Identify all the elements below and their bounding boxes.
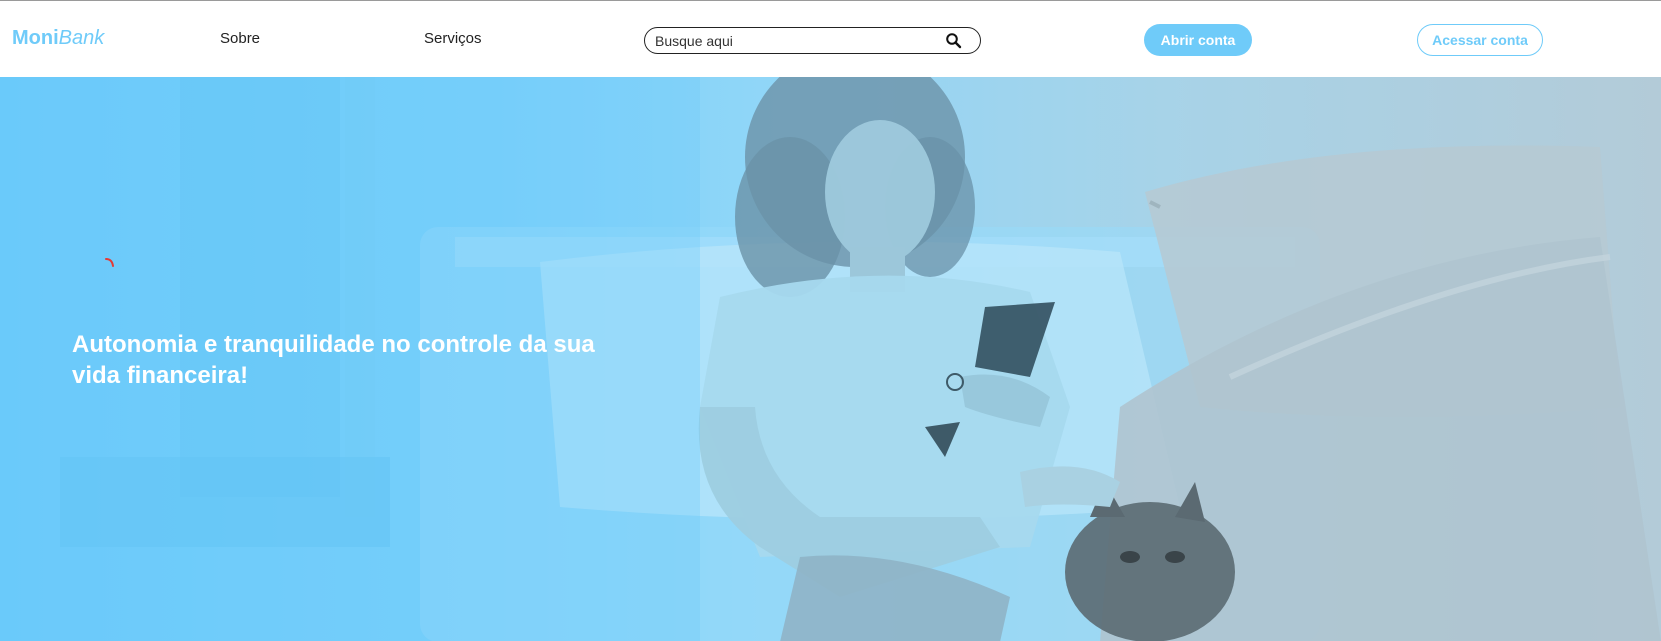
access-account-button[interactable]: Acessar conta (1417, 24, 1543, 56)
loading-spinner-icon (105, 258, 114, 267)
brand-name-bold: Moni (12, 27, 59, 49)
open-account-button[interactable]: Abrir conta (1144, 24, 1252, 56)
page: MoniBank Sobre Serviços Abrir conta Aces… (0, 0, 1661, 641)
site-header: MoniBank Sobre Serviços Abrir conta Aces… (0, 1, 1661, 76)
nav-link-sobre[interactable]: Sobre (220, 29, 260, 49)
search-bar (644, 27, 981, 54)
search-input[interactable] (655, 30, 935, 51)
search-icon[interactable] (945, 32, 962, 49)
hero-title: Autonomia e tranquilidade no controle da… (72, 331, 595, 389)
brand-logo[interactable]: MoniBank (12, 26, 104, 50)
nav-link-servicos[interactable]: Serviços (424, 29, 482, 49)
brand-name-italic: Bank (58, 27, 105, 49)
hero-banner: Autonomia e tranquilidade no controle da… (0, 77, 1661, 641)
